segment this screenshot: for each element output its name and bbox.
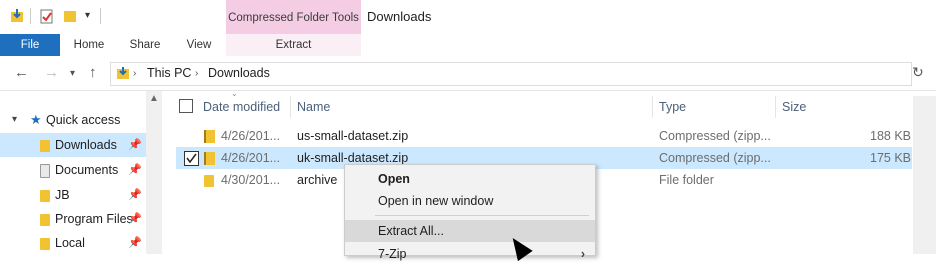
select-all-checkbox[interactable] [179,99,193,113]
file-size: 175 KB [870,151,912,165]
forward-arrow-icon[interactable]: → [44,64,59,81]
documents-icon [40,158,50,182]
sidebar-item-local[interactable]: Local 📌 [0,231,146,255]
menu-item-label: Open in new window [378,194,494,208]
tab-share[interactable]: Share [122,34,168,56]
content-scrollbar[interactable] [913,96,936,254]
column-header-type[interactable]: Type [659,96,686,118]
file-date: 4/26/201... [221,151,281,165]
menu-separator [375,215,589,216]
pin-icon: 📌 [128,189,142,201]
folder-icon [40,207,50,231]
folder-icon [40,183,50,207]
folder-icon [40,231,50,255]
row-checkbox[interactable] [184,151,199,166]
tab-file[interactable]: File [0,34,60,56]
window-title: Downloads [367,9,432,24]
submenu-arrow-icon: › [580,247,585,261]
column-divider[interactable] [290,96,291,118]
up-arrow-icon[interactable]: ↑ [89,64,97,81]
scroll-up-icon[interactable]: ▲ [149,93,159,104]
contextual-tab-header: Compressed Folder Tools [226,0,361,34]
menu-item-7zip[interactable]: 7-Zip › [345,243,595,265]
zip-file-icon [204,125,215,147]
recent-locations-chevron-icon[interactable]: ▾ [70,68,75,79]
file-size: 188 KB [870,129,912,143]
file-name: archive [297,173,338,187]
pin-icon: 📌 [128,213,142,225]
contextual-tab-label: Compressed Folder Tools [228,12,359,24]
star-icon: ★ [30,112,42,127]
context-menu: Open Open in new window Extract All... 7… [344,164,596,261]
sidebar-item-program-files[interactable]: Program Files 📌 [0,207,146,231]
menu-item-label: Extract All... [378,224,444,238]
zip-file-icon [204,147,215,169]
breadcrumb-downloads[interactable]: Downloads [208,66,270,80]
column-divider[interactable] [775,96,776,118]
column-header-size[interactable]: Size [782,96,806,118]
breadcrumb-chevron-icon[interactable]: › [195,68,198,79]
properties-icon[interactable] [40,8,54,24]
separator [100,8,101,24]
refresh-icon[interactable]: ↻ [912,64,924,81]
menu-item-open-new-window[interactable]: Open in new window [345,190,595,212]
menu-item-open[interactable]: Open [345,168,595,190]
downloads-location-icon [116,66,130,83]
sidebar-item-label: Quick access [46,113,121,127]
breadcrumb-chevron-icon[interactable]: › [133,68,136,79]
customize-quick-access-icon[interactable]: ▾ [85,10,90,21]
sidebar-item-label: Local [55,236,85,250]
menu-item-extract-all[interactable]: Extract All... [345,220,595,242]
sidebar-item-label: Program Files [55,212,133,226]
pin-icon: 📌 [128,139,142,151]
file-date: 4/26/201... [221,129,281,143]
pin-icon: 📌 [128,237,142,249]
title-bar [0,0,936,34]
back-arrow-icon[interactable]: ← [14,64,29,81]
sidebar-item-jb[interactable]: JB 📌 [0,183,146,207]
folder-icon [204,169,214,191]
download-folder-icon [40,133,50,157]
file-name: us-small-dataset.zip [297,129,409,143]
menu-item-label: Open [378,172,410,186]
sidebar-scrollbar[interactable]: ▲ [146,91,162,254]
tab-extract[interactable]: Extract [226,34,361,56]
sidebar-item-label: JB [55,188,70,202]
sidebar-item-documents[interactable]: Documents 📌 [0,158,146,182]
file-row[interactable]: 4/26/201... us-small-dataset.zip Compres… [176,125,912,147]
column-header-date-modified[interactable]: Date modified [203,96,280,118]
sidebar-item-quick-access[interactable]: ▾ ★ Quick access [0,108,146,132]
file-type: Compressed (zipp... [659,151,771,165]
tab-view[interactable]: View [176,34,222,56]
file-type: File folder [659,173,714,187]
sidebar-item-downloads[interactable]: Downloads 📌 [0,133,146,157]
file-type: Compressed (zipp... [659,129,771,143]
expand-chevron-icon[interactable]: ▾ [12,108,17,132]
new-folder-icon[interactable] [63,8,77,24]
breadcrumb-this-pc[interactable]: This PC [147,66,191,80]
column-header-name[interactable]: Name [297,96,330,118]
sidebar-item-label: Downloads [55,138,117,152]
file-date: 4/30/201... [221,173,281,187]
tab-home[interactable]: Home [66,34,112,56]
column-divider[interactable] [652,96,653,118]
sidebar-item-label: Documents [55,163,119,177]
separator [30,8,31,24]
pin-icon: 📌 [128,164,142,176]
quick-access-download-icon[interactable] [10,8,24,24]
menu-item-label: 7-Zip [378,247,407,261]
